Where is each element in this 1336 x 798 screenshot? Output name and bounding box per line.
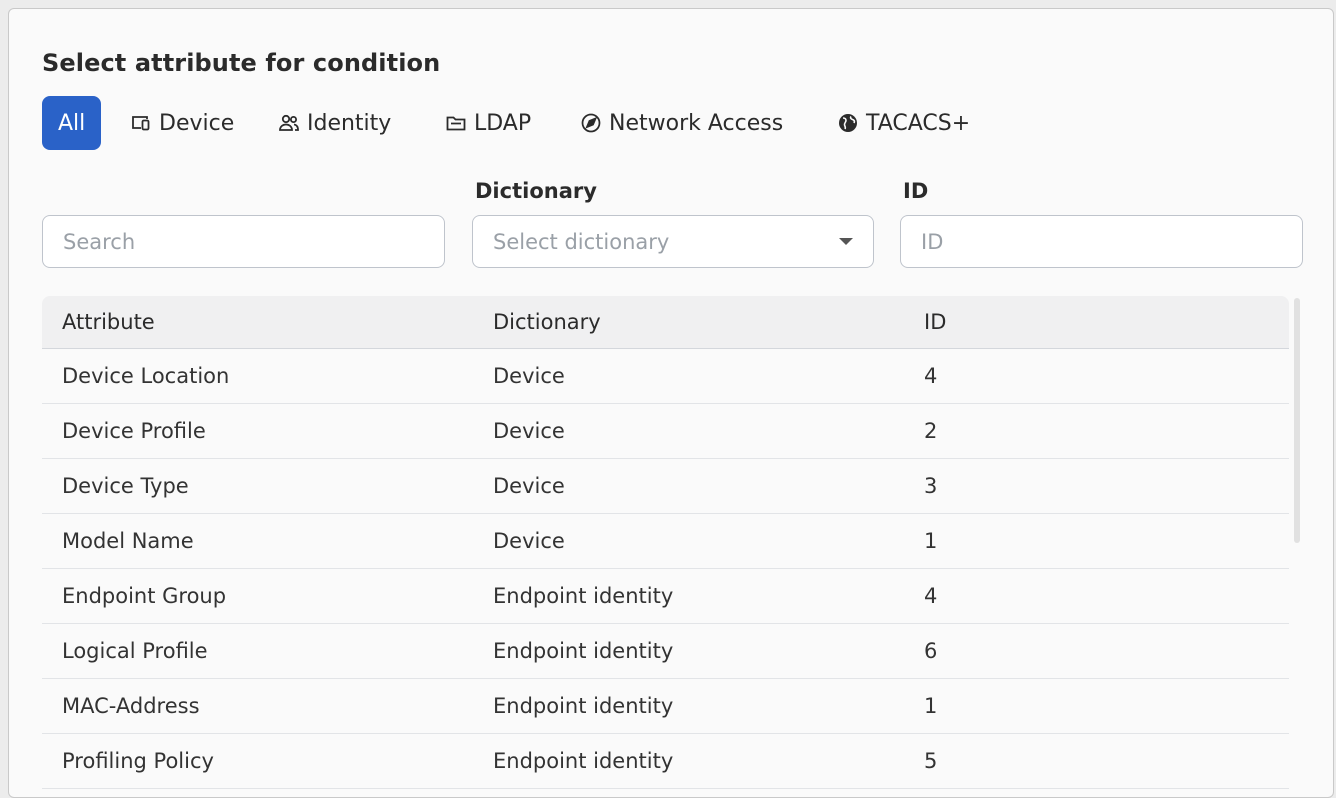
- table-row[interactable]: Model Name Device 1: [42, 514, 1289, 569]
- tab-ldap[interactable]: LDAP: [445, 96, 531, 150]
- network-access-icon: [581, 113, 601, 133]
- cell-dictionary: Endpoint identity: [493, 639, 674, 663]
- tab-label: Identity: [307, 110, 392, 136]
- cell-attribute: Device Location: [62, 364, 230, 388]
- device-icon: [132, 116, 150, 131]
- panel-title: Select attribute for condition: [42, 49, 441, 77]
- dictionary-select[interactable]: Select dictionary: [472, 215, 874, 268]
- cell-attribute: Device Type: [62, 474, 189, 498]
- chevron-down-icon: [839, 238, 853, 245]
- cell-dictionary: Device: [493, 474, 565, 498]
- cell-dictionary: Device: [493, 419, 565, 443]
- table-row[interactable]: Device Profile Device 2: [42, 404, 1289, 459]
- cell-id: 2: [924, 419, 938, 443]
- cell-attribute: Profiling Policy: [62, 749, 214, 773]
- table-row[interactable]: Device Location Device 4: [42, 349, 1289, 404]
- cell-id: 1: [924, 529, 938, 553]
- tab-label: Network Access: [609, 110, 784, 136]
- table-row[interactable]: Profiling Policy Endpoint identity 5: [42, 734, 1289, 789]
- cell-id: 3: [924, 474, 938, 498]
- tab-label: All: [58, 110, 86, 136]
- id-label: ID: [903, 179, 929, 203]
- cell-id: 4: [924, 364, 938, 388]
- identity-icon: [279, 114, 299, 131]
- tab-label: TACACS+: [866, 110, 971, 136]
- folder-icon: [446, 116, 466, 131]
- cell-attribute: Device Profile: [62, 419, 206, 443]
- cell-attribute: Logical Profile: [62, 639, 208, 663]
- table-row[interactable]: Logical Profile Endpoint identity 6: [42, 624, 1289, 679]
- table-row[interactable]: Endpoint Group Endpoint identity 4: [42, 569, 1289, 624]
- tab-tacacs[interactable]: TACACS+: [837, 96, 970, 150]
- id-placeholder: ID: [921, 229, 944, 254]
- search-input[interactable]: Search: [42, 215, 445, 268]
- tab-network-access[interactable]: Network Access: [580, 96, 783, 150]
- cell-dictionary: Endpoint identity: [493, 749, 674, 773]
- cell-dictionary: Device: [493, 364, 565, 388]
- column-header-dictionary[interactable]: Dictionary: [493, 296, 601, 348]
- table-scrollbar[interactable]: [1294, 298, 1300, 543]
- globe-icon: [839, 114, 857, 132]
- cell-attribute: MAC-Address: [62, 694, 200, 718]
- tab-device[interactable]: Device: [130, 96, 234, 150]
- table-header: Attribute Dictionary ID: [42, 296, 1289, 349]
- tab-label: Device: [159, 110, 235, 136]
- cell-attribute: Endpoint Group: [62, 584, 227, 608]
- cell-dictionary: Endpoint identity: [493, 694, 674, 718]
- tab-all[interactable]: All: [42, 96, 102, 150]
- cell-attribute: Model Name: [62, 529, 194, 553]
- tab-identity[interactable]: Identity: [278, 96, 391, 150]
- search-placeholder: Search: [63, 229, 136, 254]
- tab-label: LDAP: [474, 110, 532, 136]
- cell-id: 4: [924, 584, 938, 608]
- table-row[interactable]: Device Type Device 3: [42, 459, 1289, 514]
- dictionary-label: Dictionary: [475, 179, 597, 203]
- attributes-table: Attribute Dictionary ID Device Location …: [42, 296, 1289, 789]
- cell-dictionary: Device: [493, 529, 565, 553]
- attribute-selector-panel: Select attribute for condition All Devic…: [8, 8, 1334, 798]
- table-row[interactable]: MAC-Address Endpoint identity 1: [42, 679, 1289, 734]
- cell-id: 6: [924, 639, 938, 663]
- id-input[interactable]: ID: [900, 215, 1303, 268]
- cell-dictionary: Endpoint identity: [493, 584, 674, 608]
- dictionary-placeholder: Select dictionary: [493, 229, 670, 254]
- column-header-attribute[interactable]: Attribute: [62, 296, 155, 348]
- cell-id: 1: [924, 694, 938, 718]
- cell-id: 5: [924, 749, 938, 773]
- column-header-id[interactable]: ID: [924, 296, 946, 348]
